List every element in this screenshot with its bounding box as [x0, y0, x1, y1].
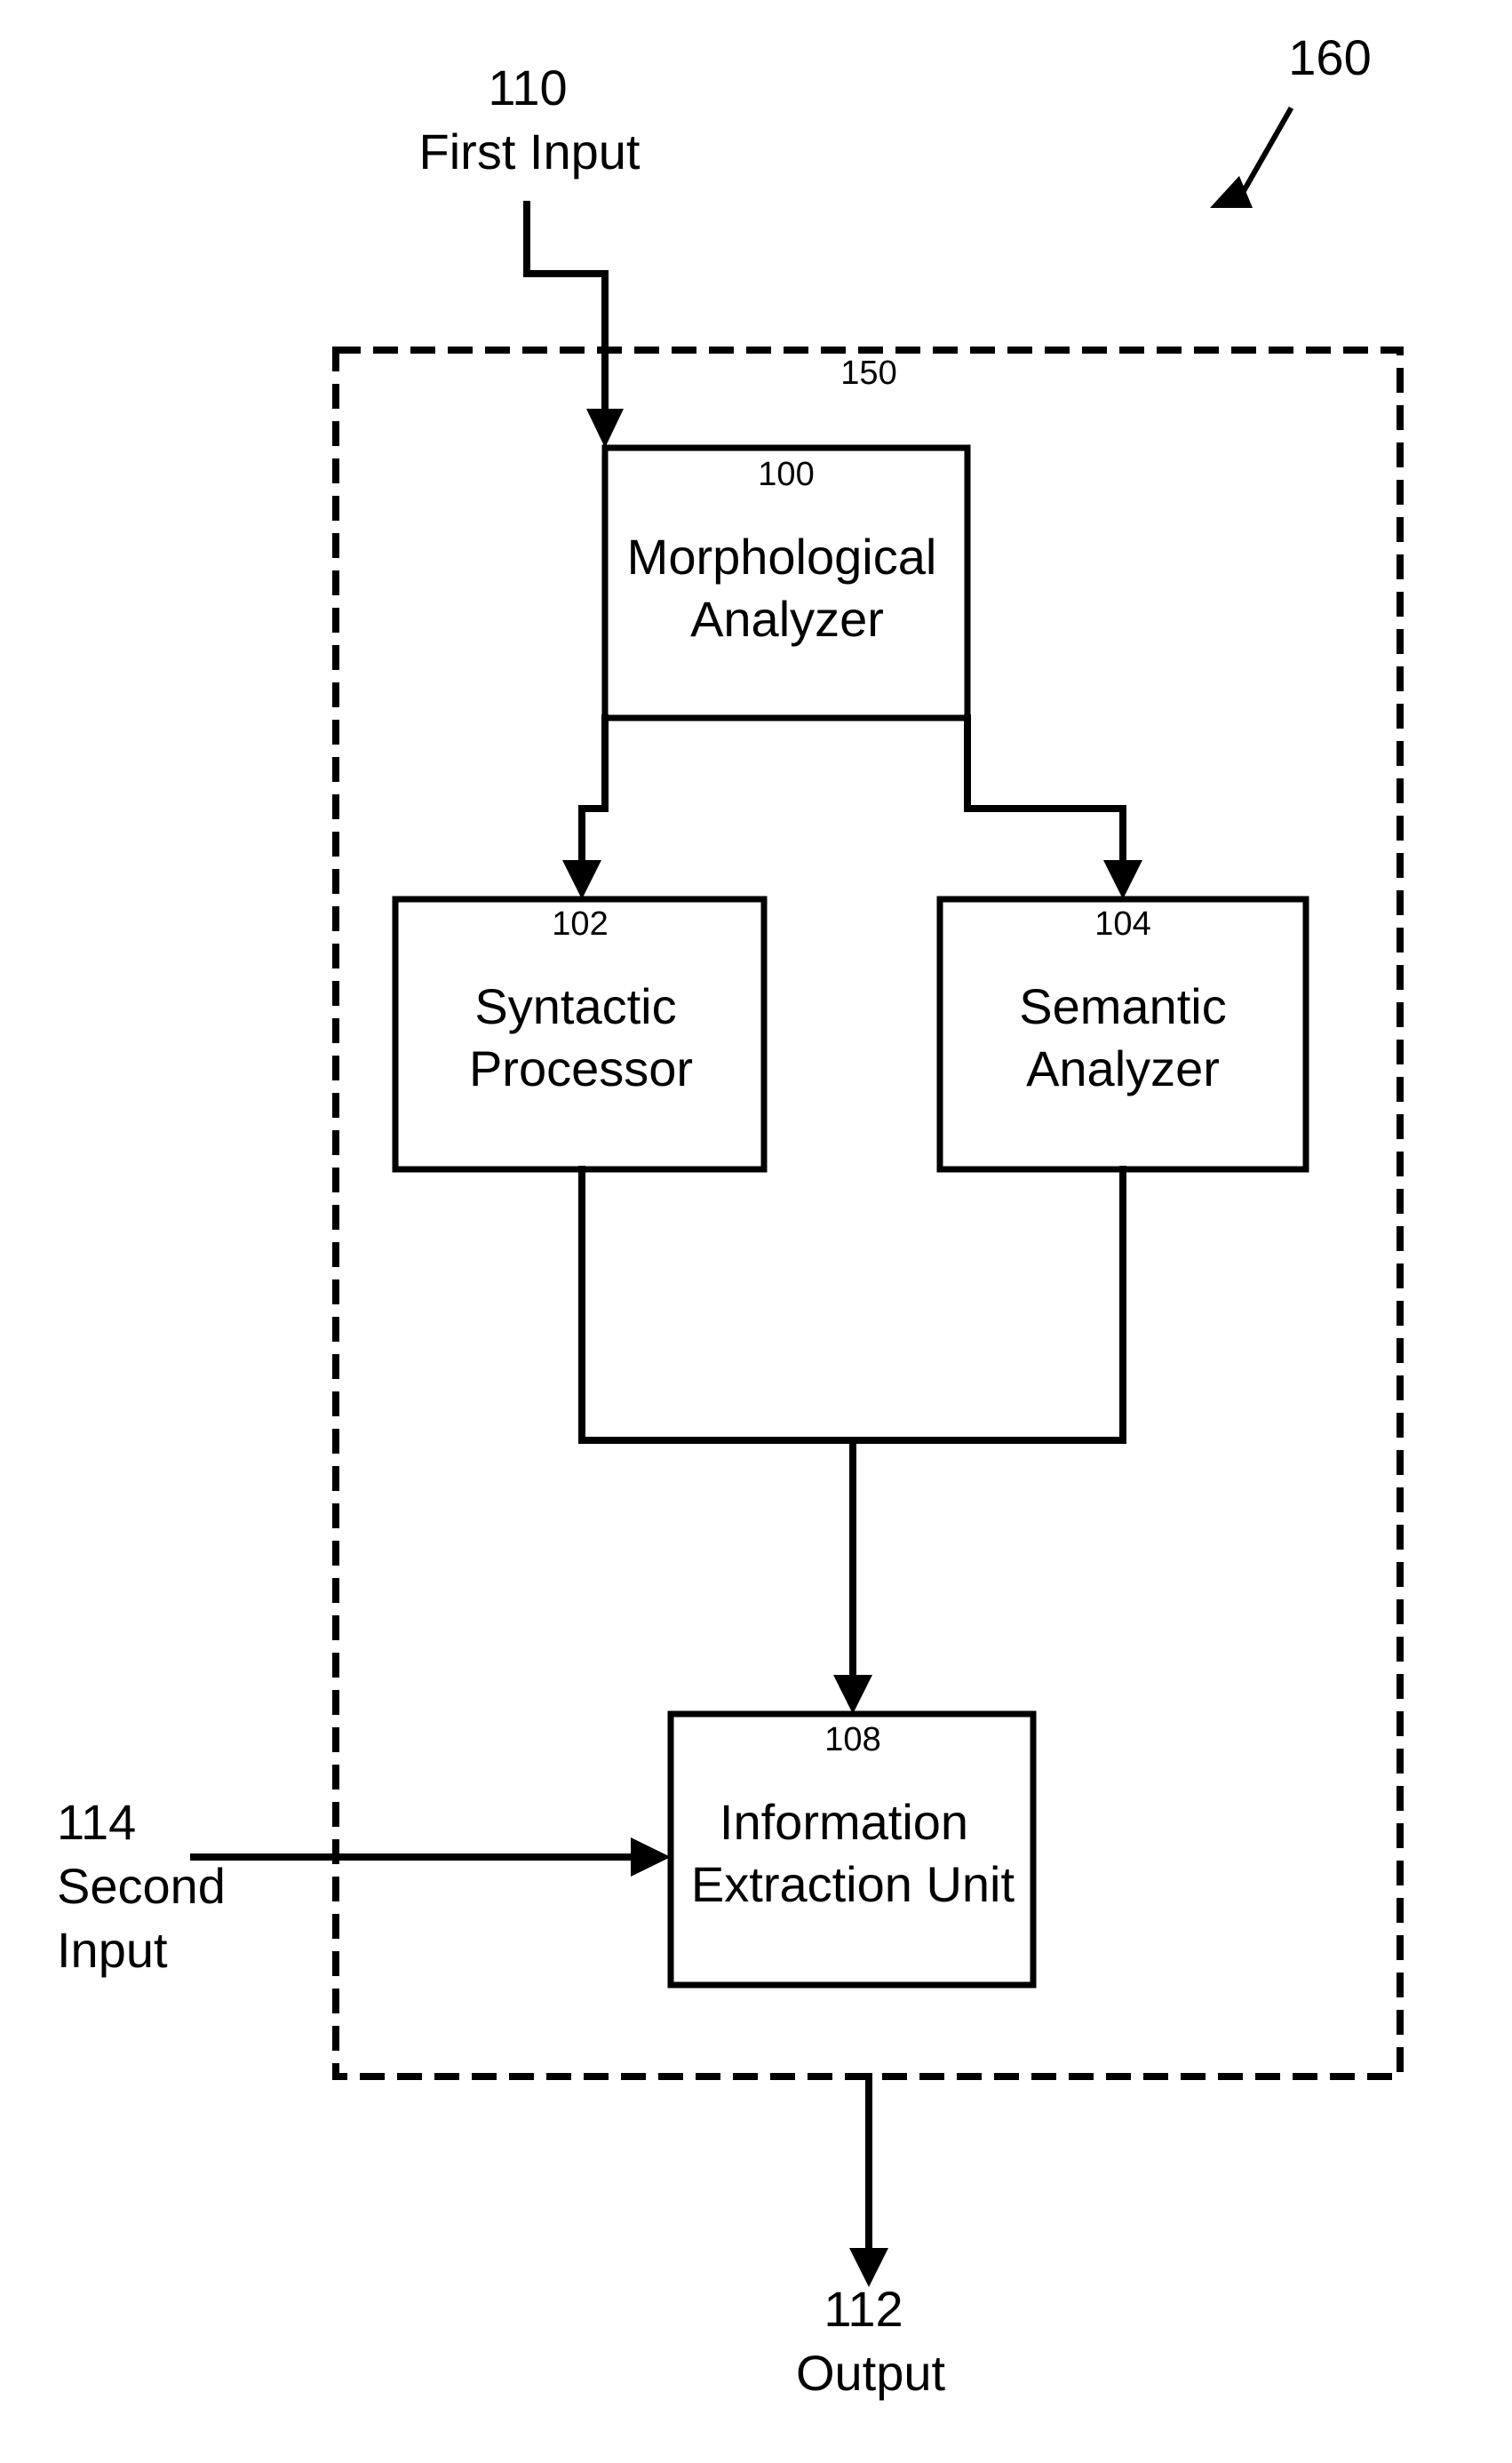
semantic-analyzer-block: 104 Semantic Analyzer [936, 896, 1309, 1173]
morph-to-semantic-line [964, 714, 1126, 864]
figure-ref-leader-line [1239, 106, 1294, 195]
second-input-label-line2: Input [57, 1922, 168, 1978]
syntactic-processor-line2: Processor [469, 1040, 693, 1096]
first-input-arrowhead [586, 409, 624, 448]
merge-line [578, 1166, 1126, 1444]
syntactic-processor-line1: Syntactic [474, 978, 676, 1034]
morph-to-syntactic-line [578, 714, 609, 864]
second-input-ref: 114 [57, 1794, 136, 1850]
merge-to-extraction-arrowhead [833, 1675, 872, 1714]
semantic-analyzer-line1: Semantic [1019, 978, 1226, 1034]
system-boundary-ref: 150 [840, 355, 896, 392]
first-input-label: First Input [419, 124, 641, 179]
information-extraction-unit-line1: Information [720, 1794, 968, 1850]
information-extraction-unit-block: 108 Information Extraction Unit [667, 1710, 1037, 1989]
morph-to-syntactic-arrowhead [562, 860, 601, 899]
information-extraction-unit-line2: Extraction Unit [691, 1856, 1015, 1912]
morphological-analyzer-line2: Analyzer [690, 591, 884, 647]
morphological-analyzer-line1: Morphological [627, 529, 937, 585]
output-ref: 112 [824, 2281, 903, 2337]
first-input-line [523, 201, 609, 412]
second-input-arrowhead [631, 1837, 671, 1877]
syntactic-processor-block: 102 Syntactic Processor [392, 896, 768, 1173]
morphological-analyzer-block: 100 Morphological Analyzer [601, 444, 971, 721]
figure-ref-label: 160 [1288, 29, 1371, 85]
information-extraction-unit-ref: 108 [824, 1721, 880, 1758]
semantic-analyzer-ref: 104 [1094, 905, 1150, 943]
first-input-ref: 110 [488, 60, 567, 116]
syntactic-processor-ref: 102 [552, 905, 608, 943]
block-diagram: 160 150 110 First Input 100 Morphologica… [57, 29, 1404, 2401]
semantic-analyzer-line2: Analyzer [1026, 1040, 1220, 1096]
morphological-analyzer-ref: 100 [758, 456, 814, 493]
morph-to-semantic-arrowhead [1103, 860, 1142, 899]
output-label: Output [796, 2345, 946, 2401]
second-input-label-line1: Second [57, 1858, 226, 1914]
